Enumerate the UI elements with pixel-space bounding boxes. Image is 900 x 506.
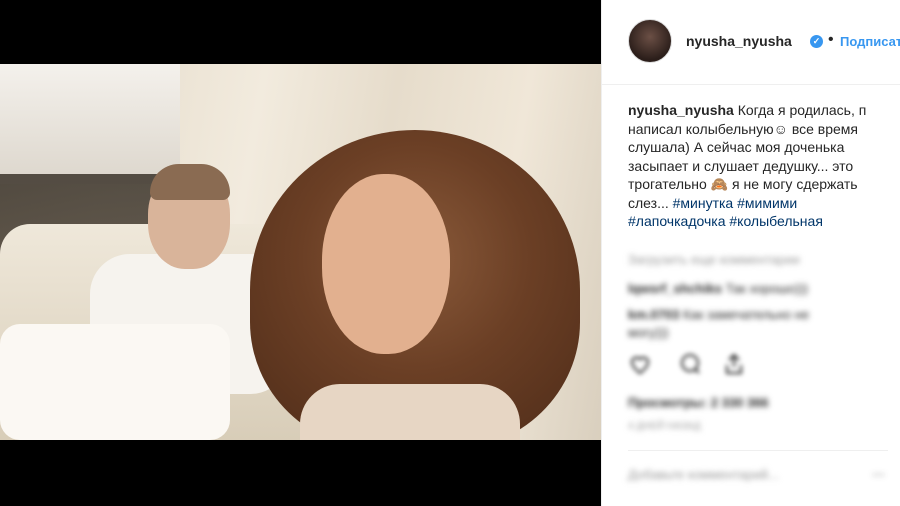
comment-text: могу))) [628,325,669,340]
background-window [0,64,180,184]
comment-username[interactable]: lqwsrf_shchiks [628,281,722,296]
comment-username[interactable]: km.0703 [628,307,679,322]
caption-username[interactable]: nyusha_nyusha [628,102,734,118]
divider [628,450,888,451]
share-icon[interactable] [722,352,746,376]
comment-item: lqwsrf_shchiks Так хорошо))) [628,281,808,296]
comment-text: Как замечательно не [682,307,810,322]
woman-shirt [300,384,520,440]
post-header: nyusha_nyusha ✓ • Подписаться [602,0,900,85]
post-side-panel: nyusha_nyusha ✓ • Подписаться nyusha_nyu… [601,0,900,506]
load-more-comments[interactable]: Загрузить еще комментарии [628,252,800,267]
hashtag-link[interactable]: #колыбельная [729,213,823,229]
post-caption: nyusha_nyusha Когда я родилась, п написа… [628,101,900,231]
verified-icon: ✓ [810,35,823,48]
follow-button[interactable]: Подписаться [840,34,900,49]
more-options-icon[interactable]: ⋯ [872,467,885,483]
heart-icon[interactable] [628,352,652,376]
separator-dot: • [828,31,834,48]
comment-icon[interactable] [678,352,702,376]
hashtag-link[interactable]: #минутка [673,195,734,211]
video-area [0,0,601,506]
comment-item: могу))) [628,325,668,340]
hashtag-link[interactable]: #мимими [737,195,797,211]
avatar[interactable] [628,19,672,63]
man-hair [150,164,230,200]
hashtag-link[interactable]: #лапочкадочка [628,213,725,229]
comment-item: km.0703 Как замечательно не [628,307,809,322]
comment-input[interactable]: Добавьте комментарий... [628,467,779,482]
header-username[interactable]: nyusha_nyusha [686,33,792,49]
video-player[interactable] [0,64,601,440]
woman-face [322,174,450,354]
baby-blanket [0,324,230,440]
post-date: 4 ДНЕЙ НАЗАД [628,421,701,432]
comment-text: Так хорошо))) [725,281,809,296]
views-count: Просмотры: 2 330 366 [628,395,769,410]
